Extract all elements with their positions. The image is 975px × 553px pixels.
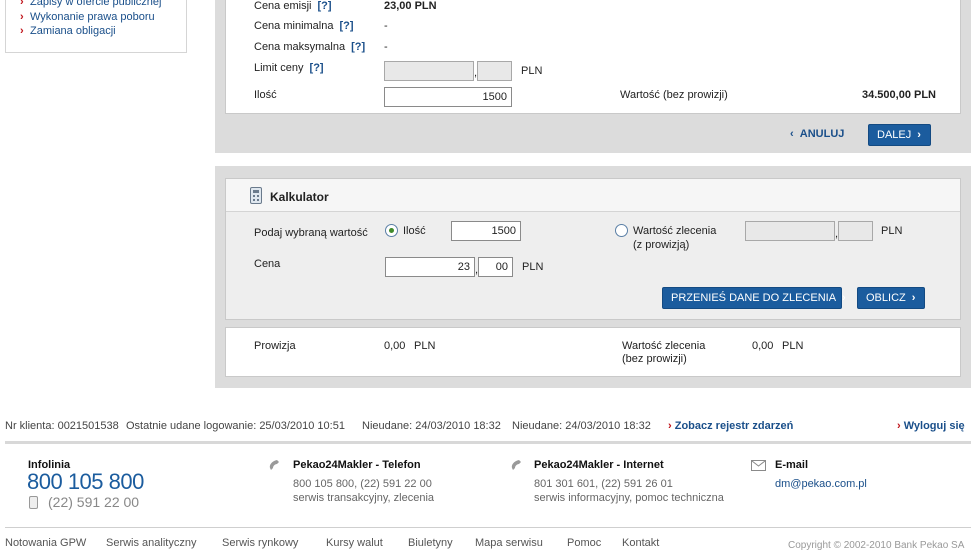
internet-desc: serwis informacyjny, pomoc techniczna <box>534 492 724 504</box>
chevron-right-icon: › <box>897 420 901 432</box>
limit-ceny-label: Limit ceny [?] <box>254 62 324 74</box>
mobile-phone-icon <box>29 496 38 509</box>
transfer-data-button[interactable]: PRZENIEŚ DANE DO ZLECENIA › <box>662 287 846 309</box>
cena-emisji-value: 23,00 PLN <box>384 0 437 12</box>
footer-link-kursy-walut[interactable]: Kursy walut <box>326 537 383 549</box>
order-form <box>225 0 961 114</box>
calc-value-int-input[interactable] <box>745 221 835 241</box>
podaj-label: Podaj wybraną wartość <box>254 227 368 239</box>
help-link[interactable]: [?] <box>351 41 365 53</box>
prowizja-label: Prowizja <box>254 340 296 352</box>
limit-currency: PLN <box>521 65 543 77</box>
calc-price-currency: PLN <box>522 261 544 273</box>
calc-quantity-input[interactable]: 1500 <box>451 221 521 241</box>
prowizja-currency: PLN <box>414 340 436 352</box>
cena-max-label: Cena maksymalna [?] <box>254 41 366 53</box>
telephone-icon <box>268 459 284 473</box>
event-log-link[interactable]: › Zobacz rejestr zdarzeń <box>668 420 793 432</box>
footer-links-divider <box>5 527 971 528</box>
telefon-numbers: 800 105 800, (22) 591 22 00 <box>293 478 432 490</box>
cena-emisji-label: Cena emisji [?] <box>254 0 332 12</box>
email-title: E-mail <box>775 459 809 471</box>
radio-wartosc-label: Wartość zlecenia <box>633 225 717 237</box>
calc-value-currency: PLN <box>881 225 903 237</box>
next-button[interactable]: DALEJ › <box>868 124 931 146</box>
infolinia-phone: 800 105 800 <box>27 469 144 494</box>
radio-ilosc[interactable] <box>385 224 398 237</box>
calculator-title: Kalkulator <box>270 190 329 204</box>
calc-value-dec-input[interactable] <box>838 221 873 241</box>
chevron-right-icon: › <box>20 11 24 23</box>
envelope-icon <box>751 460 766 471</box>
logout-link[interactable]: › Wyloguj się <box>897 420 965 432</box>
chevron-right-icon: › <box>911 292 916 304</box>
footer-link-kontakt[interactable]: Kontakt <box>622 537 659 549</box>
last-login: Ostatnie udane logowanie: 25/03/2010 10:… <box>126 420 345 432</box>
telefon-title: Pekao24Makler - Telefon <box>293 459 421 471</box>
result-wartosc-label: Wartość zlecenia <box>622 340 706 352</box>
result-box <box>225 327 961 377</box>
chevron-right-icon: › <box>842 292 846 304</box>
telephone-icon <box>510 459 526 473</box>
internet-numbers: 801 301 601, (22) 591 26 01 <box>534 478 673 490</box>
telefon-desc: serwis transakcyjny, zlecenia <box>293 492 435 504</box>
footer-link-mapa-serwisu[interactable]: Mapa serwisu <box>475 537 543 549</box>
infolinia-mobile: (22) 591 22 00 <box>48 494 140 510</box>
limit-price-int-input[interactable] <box>384 61 474 81</box>
calculator-icon <box>250 187 262 204</box>
footer-link-pomoc[interactable]: Pomoc <box>567 537 601 549</box>
limit-price-dec-input[interactable] <box>477 61 512 81</box>
help-link[interactable]: [?] <box>310 62 324 74</box>
radio-ilosc-label: Ilość <box>403 225 426 237</box>
result-wartosc-currency: PLN <box>782 340 804 352</box>
calc-price-int-input[interactable]: 23 <box>385 257 475 277</box>
chevron-right-icon: › <box>20 25 24 37</box>
help-link[interactable]: [?] <box>339 20 353 32</box>
sidebar-item-zapisy[interactable]: › Zapisy w ofercie publicznej <box>20 0 161 8</box>
email-link[interactable]: dm@pekao.com.pl <box>775 478 867 490</box>
chevron-right-icon: › <box>668 420 672 432</box>
internet-title: Pekao24Makler - Internet <box>534 459 664 471</box>
footer-divider <box>5 441 971 444</box>
wartosc-value: 34.500,00 PLN <box>862 89 936 101</box>
cena-max-value: - <box>384 41 388 53</box>
chevron-right-icon: › <box>20 0 24 8</box>
wartosc-label: Wartość (bez prowizji) <box>620 89 728 101</box>
footer-link-biuletyny[interactable]: Biuletyny <box>408 537 453 549</box>
prowizja-value: 0,00 <box>384 340 406 352</box>
chevron-left-icon: ‹ <box>790 128 794 140</box>
cancel-button[interactable]: ‹ ANULUJ <box>790 128 844 140</box>
client-number: Nr klienta: 0021501538 <box>5 420 119 432</box>
cena-min-label: Cena minimalna [?] <box>254 20 354 32</box>
copyright: Copyright © 2002-2010 Bank Pekao SA <box>788 540 965 551</box>
radio-wartosc-sublabel: (z prowizją) <box>633 239 690 251</box>
sidebar-item-wykonanie[interactable]: › Wykonanie prawa poboru <box>20 11 155 23</box>
footer-link-notowania[interactable]: Notowania GPW <box>5 537 86 549</box>
footer-link-serwis-rynkowy[interactable]: Serwis rynkowy <box>222 537 298 549</box>
cena-label: Cena <box>254 258 281 270</box>
result-wartosc-sublabel: (bez prowizji) <box>622 353 687 365</box>
footer-link-serwis-analityczny[interactable]: Serwis analityczny <box>106 537 196 549</box>
help-link[interactable]: [?] <box>317 0 331 12</box>
calc-price-dec-input[interactable]: 00 <box>478 257 513 277</box>
failed-login-1: Nieudane: 24/03/2010 18:32 <box>362 420 501 432</box>
radio-wartosc[interactable] <box>615 224 628 237</box>
calculate-button[interactable]: OBLICZ › <box>857 287 925 309</box>
cena-min-value: - <box>384 20 388 32</box>
result-wartosc-value: 0,00 <box>752 340 774 352</box>
ilosc-label: Ilość <box>254 89 277 101</box>
calculator-header <box>226 179 960 212</box>
failed-login-2: Nieudane: 24/03/2010 18:32 <box>512 420 651 432</box>
chevron-right-icon: › <box>917 129 921 141</box>
sidebar-item-zamiana[interactable]: › Zamiana obligacji <box>20 25 116 37</box>
quantity-input[interactable]: 1500 <box>384 87 512 107</box>
